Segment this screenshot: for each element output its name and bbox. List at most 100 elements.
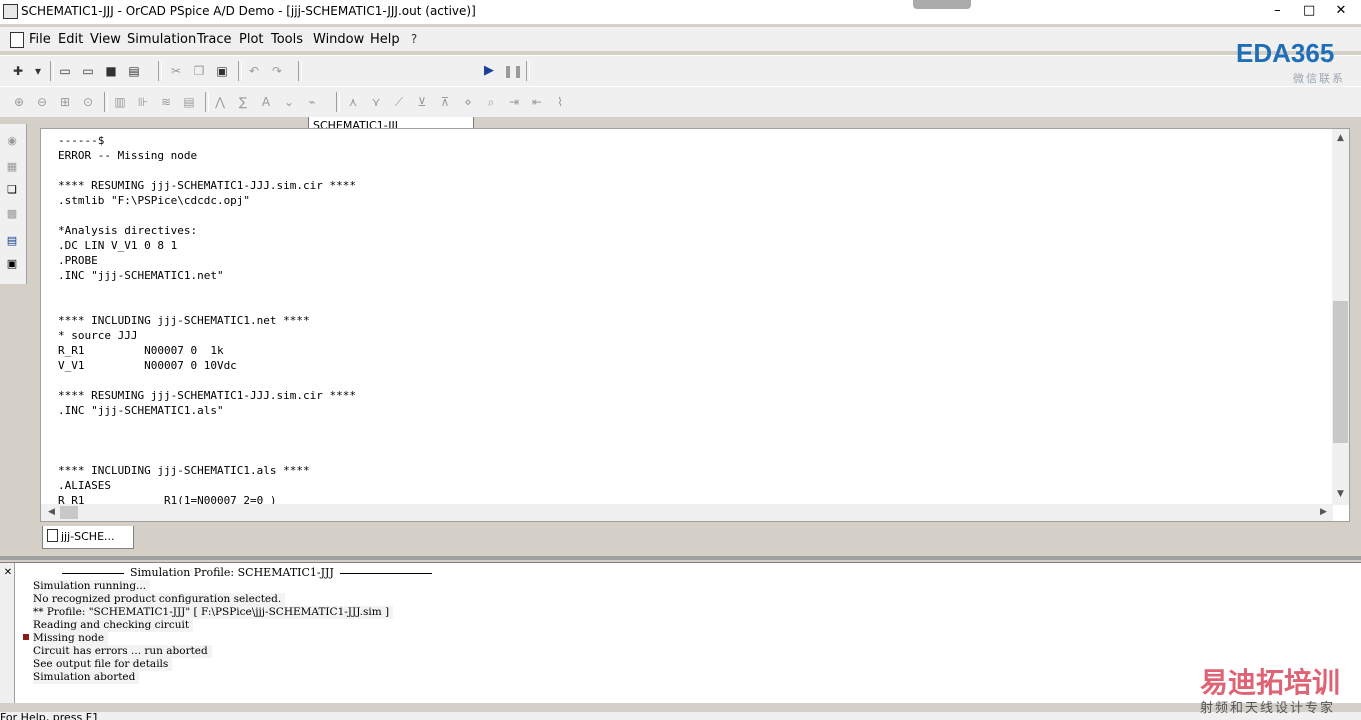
- menu-tools[interactable]: Tools: [271, 32, 303, 47]
- cursor-point-icon[interactable]: ⋄: [460, 94, 476, 110]
- window-controls: – □ ✕: [1263, 2, 1355, 20]
- output-file-line: V_V1 N00007 0 10Vdc: [58, 359, 237, 372]
- cursor-peak-icon[interactable]: ⋏: [345, 94, 361, 110]
- toolbar-separator: [336, 92, 340, 112]
- cut-icon[interactable]: ✂: [168, 63, 184, 79]
- horizontal-scroll-thumb[interactable]: [60, 506, 78, 519]
- print-icon[interactable]: ▤: [126, 63, 142, 79]
- menu-view[interactable]: View: [90, 32, 121, 47]
- run-icon[interactable]: ▶: [481, 63, 497, 79]
- pane-splitter[interactable]: [0, 556, 1361, 560]
- maximize-button[interactable]: □: [1295, 2, 1323, 20]
- output-file-text[interactable]: ------$ ERROR -- Missing node **** RESUMI…: [58, 133, 1328, 505]
- cursor-min-icon[interactable]: ⊻: [414, 94, 430, 110]
- menu-file[interactable]: File: [29, 32, 51, 47]
- performance-icon[interactable]: ≋: [158, 94, 174, 110]
- output-file-line: **** RESUMING jjj-SCHEMATIC1-JJJ.sim.cir…: [58, 389, 357, 402]
- marker-icon[interactable]: ◉: [4, 133, 20, 149]
- menu-simulation[interactable]: Simulation: [127, 32, 196, 47]
- mark-label-icon[interactable]: ⌇: [552, 94, 568, 110]
- menu-edit[interactable]: Edit: [58, 32, 83, 47]
- output-file-line: .INC "jjj-SCHEMATIC1.net": [58, 269, 224, 282]
- close-button[interactable]: ✕: [1327, 2, 1355, 20]
- error-marker-icon: [23, 634, 29, 640]
- window-title: SCHEMATIC1-JJJ - OrCAD PSpice A/D Demo -…: [21, 4, 476, 18]
- fourier-icon[interactable]: ⊪: [135, 94, 151, 110]
- paste-icon[interactable]: ▣: [214, 63, 230, 79]
- cursor-max-icon[interactable]: ⊼: [437, 94, 453, 110]
- left-toolbar: ◉ ▦ ❏ ▩ ▤ ▣: [0, 124, 27, 284]
- new-icon[interactable]: ✚: [10, 63, 26, 79]
- open-icon[interactable]: ▭: [57, 63, 73, 79]
- save-icon[interactable]: ■: [103, 63, 119, 79]
- output-file-line: .PROBE: [58, 254, 98, 267]
- plot-window-icon[interactable]: ▦: [4, 159, 20, 175]
- undo-icon[interactable]: ↶: [246, 63, 262, 79]
- tab-output-file[interactable]: jjj-SCHE...: [42, 526, 134, 549]
- output-file-line: .DC LIN V_V1 0 8 1: [58, 239, 178, 252]
- app-icon[interactable]: [3, 4, 18, 19]
- eval-goal-icon[interactable]: ∑: [235, 94, 251, 110]
- horizontal-scrollbar[interactable]: ◀ ▶: [41, 504, 1333, 521]
- copy-icon[interactable]: ❐: [191, 63, 207, 79]
- close-output-icon[interactable]: ✕: [0, 565, 16, 581]
- vertical-scroll-thumb[interactable]: [1333, 301, 1348, 443]
- zoom-fit-icon[interactable]: ⊙: [80, 94, 96, 110]
- previous-transition-icon[interactable]: ⇤: [529, 94, 545, 110]
- output-line: Circuit has errors ... run aborted: [33, 645, 212, 658]
- output-file-line: **** INCLUDING jjj-SCHEMATIC1.net ****: [58, 314, 310, 327]
- open-folder-icon[interactable]: ▭: [80, 63, 96, 79]
- output-line-error[interactable]: Missing node: [33, 632, 109, 645]
- title-bar: SCHEMATIC1-JJJ - OrCAD PSpice A/D Demo -…: [0, 0, 1361, 24]
- scroll-down-icon[interactable]: ▼: [1332, 489, 1349, 499]
- minimize-button[interactable]: –: [1263, 2, 1291, 20]
- context-help-icon[interactable]: ?: [406, 31, 422, 47]
- eda365-watermark: EDA365: [1236, 38, 1335, 68]
- tab-label: jjj-SCHE...: [61, 530, 115, 543]
- menu-window[interactable]: Window: [313, 32, 364, 47]
- output-file-line: ERROR -- Missing node: [58, 149, 198, 162]
- output-file-line: [58, 208, 1328, 223]
- scroll-left-icon[interactable]: ◀: [43, 507, 60, 517]
- cursor-search-icon[interactable]: ⌕: [483, 94, 499, 110]
- output-document-window: ------$ ERROR -- Missing node **** RESUMI…: [40, 128, 1350, 522]
- menu-plot[interactable]: Plot: [239, 32, 264, 47]
- toggle-cursor-icon[interactable]: ⌁: [304, 94, 320, 110]
- add-marker-icon[interactable]: ⌄: [281, 94, 297, 110]
- zoom-out-icon[interactable]: ⊖: [34, 94, 50, 110]
- output-file-line: [58, 448, 1328, 463]
- log-y-icon[interactable]: ▤: [181, 94, 197, 110]
- new-dropdown-icon[interactable]: ▾: [30, 63, 46, 79]
- vertical-scrollbar[interactable]: ▲ ▼: [1332, 129, 1349, 505]
- output-line: Reading and checking circuit: [33, 619, 194, 632]
- menu-trace[interactable]: Trace: [197, 32, 232, 47]
- probe-toolbar: ⊕ ⊖ ⊞ ⊙ ▥ ⊪ ≋ ▤ ⋀ ∑ A ⌄ ⌁ ⋏ ⋎ ⟋ ⊻ ⊼ ⋄ ⌕ …: [0, 86, 1361, 117]
- add-trace-icon[interactable]: ⋀: [212, 94, 228, 110]
- zoom-area-icon[interactable]: ⊞: [57, 94, 73, 110]
- output-file-line: .stmlib "F:\PSPice\cdcdc.opj": [58, 194, 251, 207]
- data-icon[interactable]: ▩: [4, 206, 20, 222]
- status-text: For Help, press F1: [0, 712, 100, 720]
- cursor-slope-icon[interactable]: ⟋: [391, 94, 407, 110]
- menu-help[interactable]: Help: [370, 32, 400, 47]
- next-transition-icon[interactable]: ⇥: [506, 94, 522, 110]
- add-text-icon[interactable]: A: [258, 94, 274, 110]
- copy-window-icon[interactable]: ❏: [4, 182, 20, 198]
- schematic-icon[interactable]: ▣: [4, 256, 20, 272]
- toolbar-separator: [238, 61, 242, 81]
- pause-icon[interactable]: ❚❚: [503, 63, 523, 79]
- zoom-in-icon[interactable]: ⊕: [11, 94, 27, 110]
- scroll-up-icon[interactable]: ▲: [1332, 133, 1349, 143]
- scroll-right-icon[interactable]: ▶: [1315, 507, 1332, 517]
- menu-bar: File Edit View Simulation Trace Plot Too…: [0, 27, 1361, 51]
- output-file-icon[interactable]: ▤: [4, 233, 20, 249]
- eda365-watermark-sub: 微信联系: [1293, 72, 1345, 85]
- cursor-trough-icon[interactable]: ⋎: [368, 94, 384, 110]
- log-x-icon[interactable]: ▥: [112, 94, 128, 110]
- output-file-line: *Analysis directives:: [58, 224, 198, 237]
- output-line: See output file for details: [33, 658, 173, 671]
- simulation-profile-header: Simulation Profile: SCHEMATIC1-JJJ: [62, 566, 432, 579]
- main-toolbar: ✚ ▾ ▭ ▭ ■ ▤ ✂ ❐ ▣ ↶ ↷ SCHEMATIC1-JJJ ▶ ❚…: [0, 55, 1361, 133]
- redo-icon[interactable]: ↷: [269, 63, 285, 79]
- document-icon[interactable]: [10, 32, 24, 48]
